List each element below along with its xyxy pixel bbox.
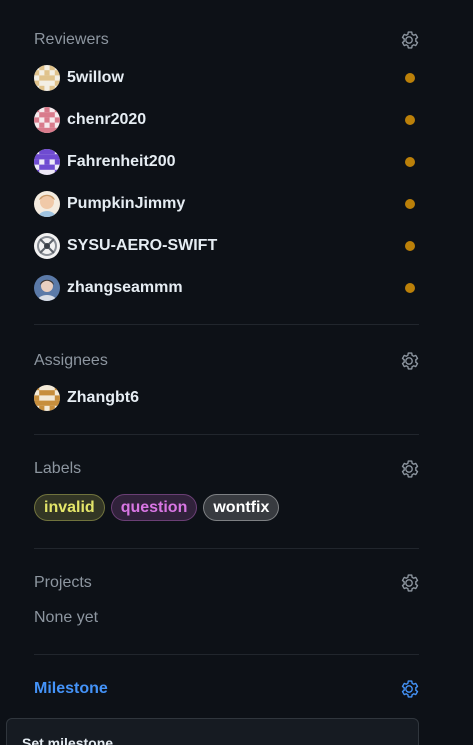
avatar[interactable] xyxy=(34,233,60,259)
dropdown-title: Set milestone xyxy=(22,735,114,745)
pending-dot-icon xyxy=(405,241,415,251)
reviewers-title: Reviewers xyxy=(34,31,109,48)
divider xyxy=(34,654,419,655)
pending-dot-icon xyxy=(405,157,415,167)
avatar[interactable] xyxy=(34,385,60,411)
milestone-title[interactable]: Milestone xyxy=(34,680,108,698)
projects-gear-icon[interactable] xyxy=(398,572,420,594)
pending-dot-icon xyxy=(405,199,415,209)
milestone-header[interactable]: Milestone xyxy=(34,677,419,701)
reviewer-name[interactable]: Fahrenheit200 xyxy=(67,153,175,171)
labels-list: invalid question wontfix xyxy=(34,494,419,521)
pending-dot-icon xyxy=(405,283,415,293)
label-invalid[interactable]: invalid xyxy=(34,494,105,521)
assignees-gear-icon[interactable] xyxy=(398,350,420,372)
reviewer-item[interactable]: zhangseammm xyxy=(34,267,419,309)
reviewer-item[interactable]: Fahrenheit200 xyxy=(34,141,419,183)
labels-section: Labels invalid question wontfix xyxy=(34,457,419,521)
avatar[interactable] xyxy=(34,65,60,91)
labels-header: Labels xyxy=(34,457,419,481)
assignee-name[interactable]: Zhangbt6 xyxy=(67,389,139,407)
reviewers-header: Reviewers xyxy=(34,28,419,52)
milestone-dropdown[interactable]: Set milestone xyxy=(6,718,419,745)
avatar[interactable] xyxy=(34,107,60,133)
reviewers-section: Reviewers 5willow chenr2020 Fahrenheit20… xyxy=(34,28,419,309)
projects-header: Projects xyxy=(34,571,419,595)
reviewer-item[interactable]: chenr2020 xyxy=(34,99,419,141)
reviewer-name[interactable]: zhangseammm xyxy=(67,279,183,297)
avatar[interactable] xyxy=(34,149,60,175)
reviewer-name[interactable]: SYSU-AERO-SWIFT xyxy=(67,237,217,255)
divider xyxy=(34,434,419,435)
avatar[interactable] xyxy=(34,275,60,301)
projects-title: Projects xyxy=(34,574,92,591)
milestone-section: Milestone xyxy=(34,677,419,701)
divider xyxy=(34,548,419,549)
assignee-item[interactable]: Zhangbt6 xyxy=(34,377,419,419)
assignees-section: Assignees Zhangbt6 xyxy=(34,349,419,419)
reviewer-item[interactable]: 5willow xyxy=(34,57,419,99)
reviewer-item[interactable]: SYSU-AERO-SWIFT xyxy=(34,225,419,267)
label-question[interactable]: question xyxy=(110,494,198,521)
divider xyxy=(34,324,419,325)
pending-dot-icon xyxy=(405,115,415,125)
labels-title: Labels xyxy=(34,460,82,477)
assignees-title: Assignees xyxy=(34,352,108,369)
reviewer-item[interactable]: PumpkinJimmy xyxy=(34,183,419,225)
reviewer-name[interactable]: chenr2020 xyxy=(67,111,146,129)
reviewer-name[interactable]: 5willow xyxy=(67,69,124,87)
reviewers-gear-icon[interactable] xyxy=(398,29,420,51)
pending-dot-icon xyxy=(405,73,415,83)
labels-gear-icon[interactable] xyxy=(398,458,420,480)
milestone-gear-icon[interactable] xyxy=(398,678,420,700)
projects-section: Projects None yet xyxy=(34,571,419,627)
projects-empty-text: None yet xyxy=(34,609,99,626)
avatar[interactable] xyxy=(34,191,60,217)
label-wontfix[interactable]: wontfix xyxy=(203,494,280,521)
assignees-header: Assignees xyxy=(34,349,419,373)
reviewer-name[interactable]: PumpkinJimmy xyxy=(67,195,185,213)
